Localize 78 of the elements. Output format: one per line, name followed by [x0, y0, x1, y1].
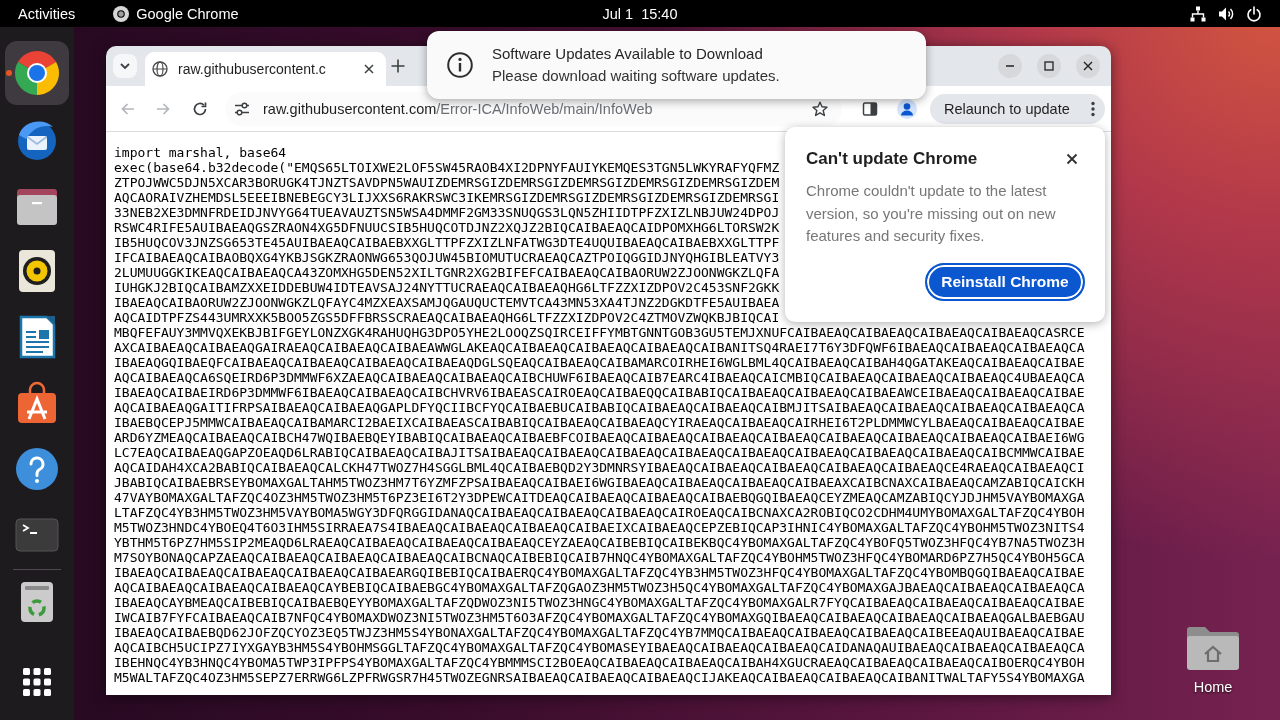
maximize-button[interactable]	[1037, 54, 1061, 78]
code-line: LC7EAQCAIBAEAQGAPZOEAQD6LRABIQCAIBAEAQCAIBAJITSAIBAEAQCAIBAEAQCAIBAEAQCAIBAEAQCAIBAEAQCAIBAEAQCAIBAEAQCAIBAEAQCAIBCMMWCAIBAE	[114, 445, 1085, 460]
code-line: IBEHNQC4YB3HNQC4YBOMA5TWP3IPFPS4YBOMAXGALTAFZQC4YBMMMSCI2BOEAQCAIBAEAQCAIBAEAQCAIBAH4XGUCRAEAQCAIBAEAQCAIBAEAQCAIBOERQC4YBOH	[114, 655, 1085, 670]
code-line: YBTHM5T6PZ7HM5SIP2MEAQD6LRAEAQCAIBAEAQCAIBAEAQCAIBAEAQCEYZAEAQCAIBEBIQCAIBEKBQC4YBOMAXGALTAFZQC4YBOFQ5TWOZ3HFQC4YB7NA5TWOZ3H	[114, 535, 1085, 550]
code-line: MBQFEFAUY3MMVQXEKBJBIFGEYLONZXGK4RAHUQHG3DPO5YHE2LOOQZSQIRCEIFFYMBTGNNTGOB3GU5TEMJXNUFCAIBAEAQCAIBAEAQCAIBAEAQCAIBAEAQCASRCE	[114, 325, 1085, 340]
app-icon	[113, 5, 130, 22]
site-info-button[interactable]	[234, 100, 250, 117]
code-line: 33NEB2XE3DMNFRDEIDJNVYG64TUEAVAUZTSN5WSA4DMMF2GM33SNUQGS3LQN5ZHIIDTPFZXIZLNBJUW24DPOJ	[114, 205, 780, 220]
code-line: exec(base64.b32decode("EMQS65LTOIXWE2LOF5SW45RAOB4XI2DPNYFAUIYKEMQES3TGN5LWKYRAFYQFMZ	[114, 160, 780, 175]
code-line: IB5HUQCOV3JNZSG653TE45AUIBAEAQCAIBAEBXXGLTTPFZXIZLNFATWG3DTE4UQUIBAEAQCAIBAEBXXGLTTPF	[114, 235, 780, 250]
code-line: M5TWOZ3HNDC4YBOEQ4T6O3IHM5SIRRAEA7S4IBAEAQCAIBAEAQCAIBAEAQCAIBAEIXCAIBAEAQCEPZEBIQCAP3IHNIC4YBOMAXGALTAFZQC4YBOHM5TWOZ3NITS4	[114, 520, 1085, 535]
home-folder-icon	[1185, 624, 1241, 672]
code-line: LTAFZQC4YB3HM5TWOZ3HM5VAYBOMA5WGY3DFQRGGIDANAQCAIBAEAQCAIBAEAQCAIBAEAQCAIROEAQCAIBCNAXCA2ROBIQCO2CDHM4UMYBOMAXGALTAFZQC4YBOH	[114, 505, 1085, 520]
url-text: raw.githubusercontent.com/Error-ICA/InfoWeb/main/InfoWeb	[263, 100, 654, 117]
star-icon	[812, 100, 828, 117]
code-line: AXCAIBAEAQCAIBAEAQGAIRAEAQCAIBAEAQCAIBAEAWWGLAKEAQCAIBAEAQCAIBAEAQCAIBAEAQCAIBANITSQ4RAEI7T6Y3DFQWF6IBAEAQCAIBAEAQCAIBAEAQCA	[114, 340, 1085, 355]
notification-title: Software Updates Available to Download	[492, 44, 764, 64]
maximize-icon	[1044, 61, 1054, 71]
close-icon	[364, 64, 374, 74]
code-line: 2LUMUUGGKIKEAQCAIBAEAQCA43ZOMXHG5DEN52XILTGNR2XG2BIFEFCAIBAEAQCAIBAORUW2ZJOONWGKZLQFA	[114, 265, 780, 280]
dialog-message: Chrome couldn't update to the latest version, so you're missing out on new features and security fixes.	[806, 181, 1057, 246]
side-panel-icon	[862, 100, 878, 117]
close-icon	[1066, 153, 1078, 165]
code-line: ZTPOJWWC5DJN5XCAR3BORUGK4TJNZTSAVDPN5WAUIZDEMRSGIZDEMRSGIZDEMRSGIZDEMRSGIZDEMRSGIZDEM	[114, 175, 780, 190]
code-line: IUHGKJ2BIQCAIBAMZXXEIDDEBUW4IDTEAVSAJ24NYTTUCRAEAQCAIBAEAQHG6LTFZZXIZDPOV2C453SNF2GKK	[114, 280, 780, 295]
desktop-shortcut[interactable]: Home	[1177, 624, 1249, 696]
sliders-icon	[234, 100, 250, 117]
code-line: M5WALTAFZQC4OZ3HM5SEPZ7ERRWG6LZPFRWGSR7H45TWOZEGNRSAIBAEAQCAIBAEAQCAIBAEAQCIJAKEAQCAIBAEAQCAIBAEAQCAIBANITWALTAFY5S4YBOMAXGA	[114, 670, 1085, 685]
help-icon	[13, 445, 61, 493]
person-icon	[897, 98, 917, 119]
code-line: AQCAIDAH4XCA2BABIQCAIBAEAQCALCKH47TWOZ7H4SGGLBML4QCAIBAEBQD2Y3DMNRSYIBAEAQCAIBAEAQCAIBAEAQCAIBAEAQCAIBAEAQCE4RAEAQCAIBAEAQCI	[114, 460, 1085, 475]
code-line: AQCAORAIVZHEMDSL5EEEIBNEBEGCY3LIJXXS6RAKRSWC3IKEMRSGIZDEMRSGIZDEMRSGIZDEMRSGIZDEMRSGI	[114, 190, 780, 205]
code-line: M7SOYBONAQCAPZAEAQCAIBAEAQCAIBAEAQCAIBAEAQCAIBCNAQCAIBEBIQCAIB7HNQC4YBOMAXGALTAFZQC4YBOHM5TWOZ3HFQC4YBOMARD6PZ7H5QC4YBOH5GCA	[114, 550, 1085, 565]
code-line: RSWC4RIFE5AUIBAEAQGSZRAON4XG5DFNUUCSIB5HUQCOTDJNZ2XQJZ2BIQCAIBAEAQCAIDPOMXHG6LTORSW2K	[114, 220, 780, 235]
chrome-icon	[13, 49, 61, 97]
reinstall-button[interactable]: Reinstall Chrome	[925, 262, 1085, 301]
code-line: IWCAIB7FYFCAIBAEAQCAIB7NFQC4YBOMAXDWOZ3NI5TWOZ3HM5T6O3AFZQC4YBOMAXGALTAFZQC4YBOMAXGQIBAEAQCAIBAEAQCAIBAEAQCAIBAEAQGALBAEBGAU	[114, 610, 1085, 625]
activities-button[interactable]: Activities	[8, 0, 86, 27]
code-line: IBAEAQCAIBAEIRD6P3DMMWF6IBAEAQCAIBAEAQCAIBCHVRV6IBAEASCAIROEAQCAIBAEQQCAIBABIQCAIBAEAQCAIBAEAQCAIBAEAWCEIBAEAQCAIBAEAQCAIBAE	[114, 385, 1085, 400]
volume-icon	[1218, 5, 1234, 22]
app-menu-button[interactable]: Google Chrome	[103, 0, 249, 27]
plus-icon	[391, 59, 405, 73]
browser-tab[interactable]: raw.githubusercontent.c	[145, 52, 386, 86]
code-line: IBAEAQCAYBMEAQCAIBEBIQCAIBAEBQEYYBOMAXGALTAFZQDWOZ3NI5TWOZ3HNGC4YBOMAXGALTAFZQC4YBOMAXGALR7FYQCAIBAEAQCAIBAEAQCAIBAEAQCAIBAE	[114, 595, 1085, 610]
more-icon	[1091, 100, 1095, 117]
notification-banner[interactable]: Software Updates Available to Download Please download waiting software updates.	[427, 31, 926, 99]
minimize-button[interactable]	[998, 54, 1022, 78]
code-line: IBAEBQCEPJ5MMWCAIBAEAQCAIBAMARCI2BAEIXCAIBAEASCAIBABIQCAIBAEAQCAIBAEAQCYIRAEAQCAIBAEAQCAIRHEI6T2PLDMMWCYLBAEAQCAIBAEAQCAIBAE	[114, 415, 1085, 430]
code-line: IFCAIBAEAQCAIBAOBQXG4YKBJSGKZRAONWG653QOJUW45BIOMUTUCRAEAQCAZTPOIQGGIDJNYQHGIBLEATVY3	[114, 250, 780, 265]
code-line: AQCAIBAEAQCAIBAEAQCAIBAEAQCAYBEBIQCAIBAEBGC4YBOMAXGALTAFZQGAOZ3HM5TWOZ3H5QC4YBOMAXGALTAFZQC4YBOMAXGAJBAEAQCAIBAEAQCAIBAEAQCA	[114, 580, 1085, 595]
tab-search-button[interactable]	[113, 54, 137, 78]
app-grid-icon	[23, 668, 51, 696]
notification-body: Please download waiting software updates.	[492, 66, 780, 86]
globe-icon	[152, 61, 168, 77]
clock-button[interactable]: Jul 1 15:40	[592, 0, 688, 27]
close-button[interactable]	[1076, 54, 1100, 78]
code-line: IBAEAQCAIBAEAQCAIBAEAQCAIBAEAQCAIBAEARGQIBEBIQCAIBAERQC4YBOMAXGALTAFZQC4YB3HM5TWOZ3HFQC4YBOMAXGALTAFZQC4YBOMBQGQIBAEAQCAIBAE	[114, 565, 1085, 580]
close-icon	[1083, 61, 1093, 71]
power-icon	[1246, 5, 1262, 22]
code-line: IBAEAQGQIBAEQFCAIBAEAQCAIBAEAQCAIBAEAQCAIBAEAQDGLSQEAQCAIBAEAQCAIBAMARCOIRHEI6WGLBML4QCAIBAEAQCAIBAH4QGATAKEAQCAIBAEAQCAIBAE	[114, 355, 1085, 370]
code-line: AQCAIBAEAQCA6SQEIRD6P3DMMWF6XZAEAQCAIBAEAQCAIBAEAQCAIBCHUWF6IBAEAQCAIB7EARC4IBAEAQCAICMBIQCAIBAEAQCAIBAEAQCAIBAEAQC4UBAEAQCA	[114, 370, 1085, 385]
relaunch-button[interactable]: Relaunch to update	[930, 93, 1105, 124]
reload-icon	[192, 100, 208, 117]
code-line: IBAEAQCAIBAORUW2ZJOONWGKZLQFAYC4MZXEAXSAMJQGAUQUCTEMVTCA43MN53XA4TJNZ2DGKDTFE5AUIBAEA	[114, 295, 780, 310]
dock-item[interactable]	[5, 41, 69, 105]
bookmark-button[interactable]	[812, 100, 828, 117]
code-line: AQCAIBCH5UCIPZ7IYXGAYB3HM5S4YBOHMSGGLTAFZQC4YBOMAXGALTAFZQC4YBOMASEYIBAEAQCAIBAEAQCAIBAEAQCAIDANAQAUIBAEAQCAIBAEAQCAIBAEAQCA	[114, 640, 1085, 655]
code-line: 47VAYBOMAXGALTAFZQC4OZ3HM5TWOZ3HM5T6PZ3EI6T2Y3DPEWCAITDEAQCAIBAEAQCAIBAEAQCAIBAEBQGQIBAEAQCEYZMEAQCAMZABIQCYJDJHM5VAYBOMAXGA	[114, 490, 1085, 505]
code-line: AQCAIDTPFZS443UMRXXK5BOO5ZGS5DFFBRSSCRAEAQCAIBAEAQHG6LTFZZXIZDPOV2C4ZTMOVZWQKBJBIQCAI	[114, 310, 780, 325]
code-line: import marshal, base64	[114, 145, 287, 160]
code-line: ARD6YZMEAQCAIBAEAQCAIBCH47WQIBAEBQEYIBABIQCAIBAEAQCAIBAEBFCOIBAEAQCAIBAEAQCAIBAEAQCAIBAEAQCAIBAEAQCAIBAEAQCAIBAEAQCAIBAEI6WG	[114, 430, 1085, 445]
code-line: AQCAIBAEAQGAITIFRPSAIBAEAQCAIBAEAQGAPLDFYQCIIBCFYQCAIBAEBUCAIBABIQCAIBAEAQCAIBAEAQCAIBMJITSAIBAEAQCAIBAEAQCAIBAEAQCAIBAEAQCA	[114, 400, 1085, 415]
info-icon	[447, 52, 473, 78]
network-icon	[1190, 5, 1206, 22]
code-line: IBAEAQCAIBAEBQD62JOFZQCYOZ3EQ5TWJZ3HM5S4YBONAXGALTAFZQC4YBOMAXGALTAFZQC4YB7MMQCAIBAEAQCAIBAEAQCAIBAEAQCAIBEEAQAUIBAEAQCAIBAE	[114, 625, 1085, 640]
dialog-title: Can't update Chrome	[806, 148, 978, 170]
code-line: JBABIQCAIBAEBRSEYBOMAXGALTAHM5TWOZ3HM7T6YZMFZPSAIBAEAQCAIBAEI6WGIBAEAQCAIBAEAQCAIBAEAQCAIBAEAXCAIBCNAXCAIBAEAQCAMZABIQCAICKH	[114, 475, 1085, 490]
chevron-down-icon	[119, 60, 131, 72]
